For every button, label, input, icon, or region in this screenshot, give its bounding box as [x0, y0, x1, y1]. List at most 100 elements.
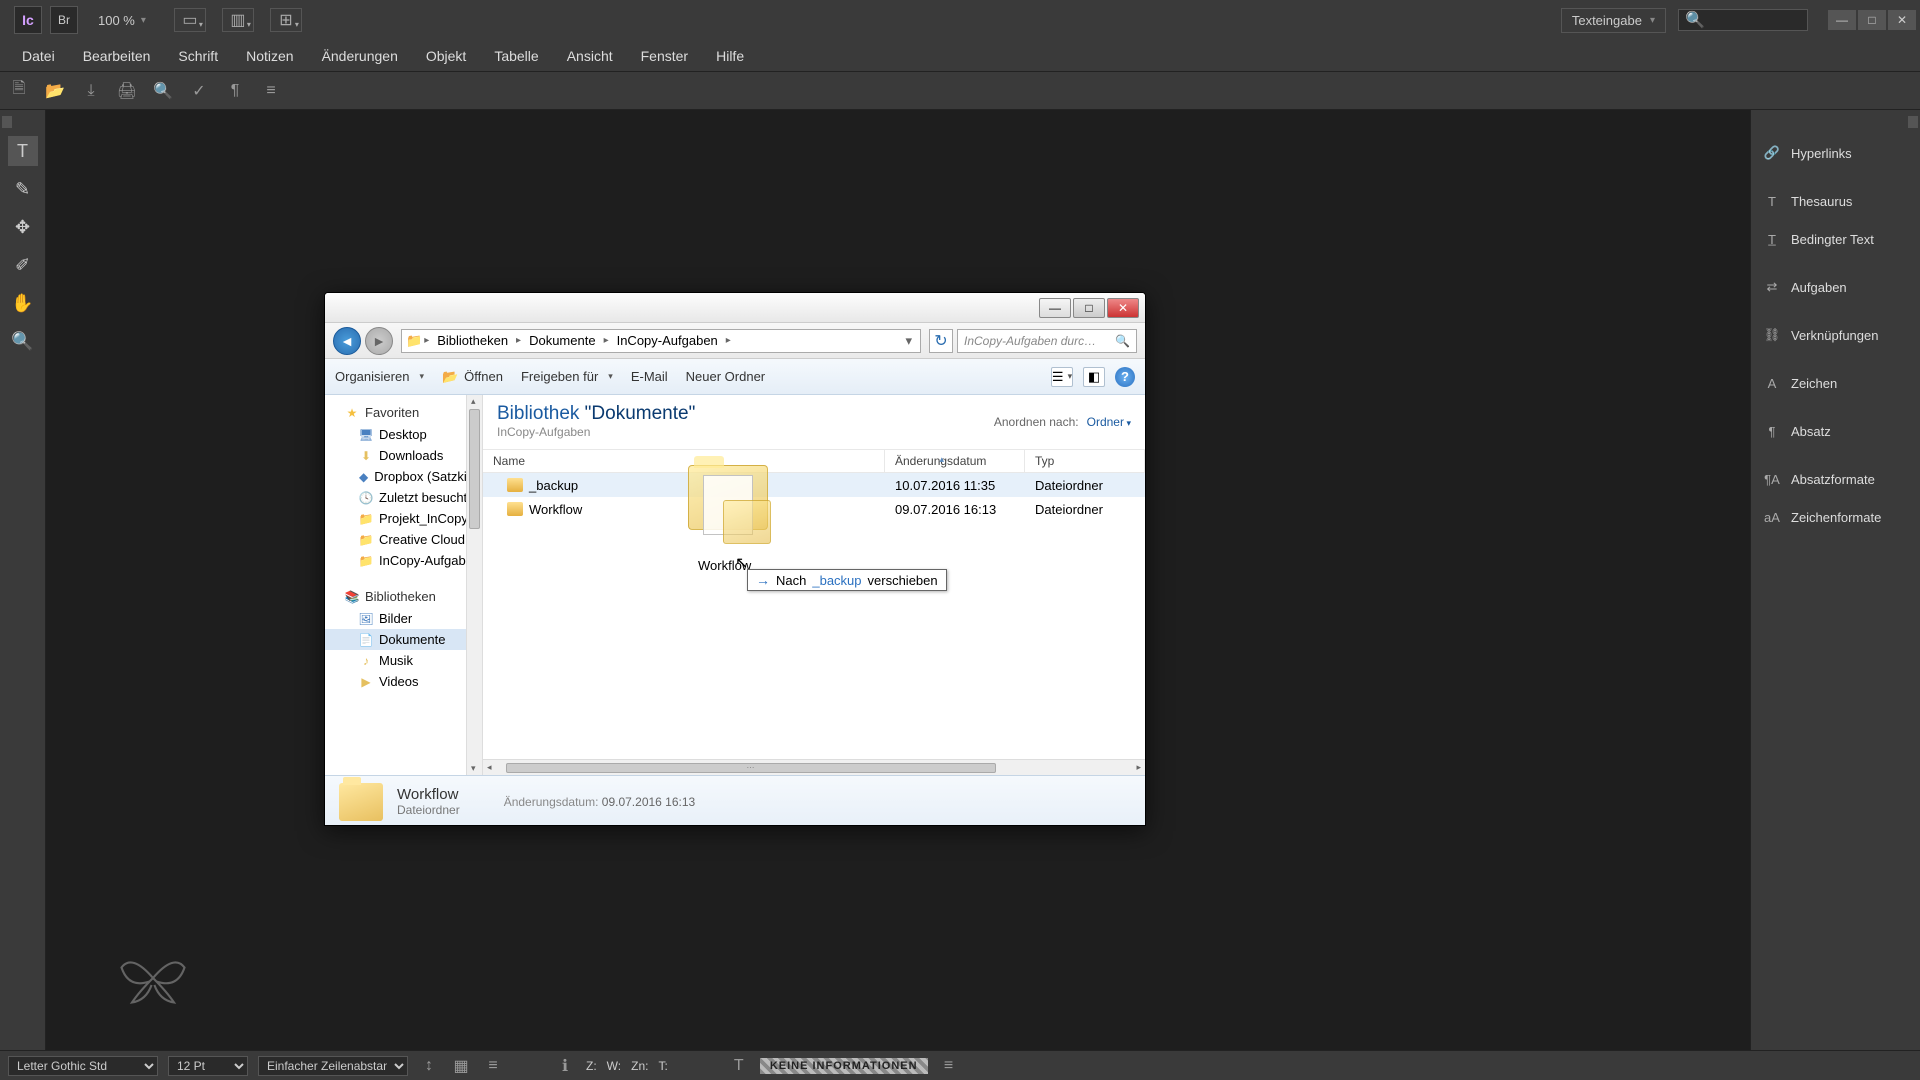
hand-tool[interactable]: ✋: [8, 288, 38, 318]
new-folder-button[interactable]: Neuer Ordner: [686, 369, 765, 384]
print-icon[interactable]: 🖨: [116, 80, 138, 102]
content-h-scrollbar[interactable]: ⋯: [483, 759, 1145, 775]
align-icon-2[interactable]: ▦: [450, 1055, 472, 1077]
more-icon[interactable]: ≡: [260, 80, 282, 102]
new-doc-icon[interactable]: 🗎: [8, 80, 30, 102]
explorer-close-button[interactable]: ✕: [1107, 298, 1139, 318]
organize-button[interactable]: Organisieren: [335, 369, 424, 384]
col-date[interactable]: Änderungsdatum: [885, 450, 1025, 472]
panel-char-styles[interactable]: aAZeichenformate: [1751, 498, 1920, 536]
font-select[interactable]: Letter Gothic Std: [8, 1056, 158, 1076]
bridge-icon[interactable]: Br: [50, 6, 78, 34]
app-search-input[interactable]: 🔍: [1678, 9, 1808, 31]
panel-hyperlinks[interactable]: 🔗Hyperlinks: [1751, 134, 1920, 172]
panel-character[interactable]: AZeichen: [1751, 364, 1920, 402]
help-icon[interactable]: ?: [1115, 367, 1135, 387]
explorer-maximize-button[interactable]: □: [1073, 298, 1105, 318]
breadcrumb-seg-0[interactable]: Bibliotheken: [431, 333, 514, 348]
pilcrow-icon[interactable]: ¶: [224, 80, 246, 102]
col-type[interactable]: Typ: [1025, 450, 1145, 472]
watermark-icon: [118, 950, 188, 1006]
share-button[interactable]: Freigeben für: [521, 369, 613, 384]
nav-back-button[interactable]: ◄: [333, 327, 361, 355]
panel-conditional-text[interactable]: T̲Bedingter Text: [1751, 220, 1920, 258]
menu-bar: Datei Bearbeiten Schrift Notizen Änderun…: [0, 40, 1920, 72]
more-icon-2[interactable]: ≡: [938, 1055, 960, 1077]
panel-paragraph[interactable]: ¶Absatz: [1751, 412, 1920, 450]
align-icon-1[interactable]: ↕: [418, 1055, 440, 1077]
panel-para-styles[interactable]: ¶AAbsatzformate: [1751, 460, 1920, 498]
search-icon[interactable]: 🔍: [1115, 334, 1130, 348]
open-doc-icon[interactable]: 📂: [44, 80, 66, 102]
sidebar-libraries[interactable]: 📚Bibliotheken: [325, 585, 482, 608]
sidebar-item-bilder[interactable]: 🖼Bilder: [325, 608, 482, 629]
spellcheck-icon[interactable]: ✓: [188, 80, 210, 102]
menu-schrift[interactable]: Schrift: [164, 40, 232, 71]
workspace-mode[interactable]: Texteingabe: [1561, 8, 1666, 33]
menu-notizen[interactable]: Notizen: [232, 40, 307, 71]
panel-thesaurus[interactable]: TThesaurus: [1751, 182, 1920, 220]
sidebar-item-dokumente[interactable]: 📄Dokumente: [325, 629, 482, 650]
breadcrumb-seg-1[interactable]: Dokumente: [523, 333, 601, 348]
breadcrumb[interactable]: 📁 ▸ Bibliotheken ▸ Dokumente ▸ InCopy-Au…: [401, 329, 921, 353]
leading-select[interactable]: Einfacher Zeilenabstand: [258, 1056, 408, 1076]
view-icon-3[interactable]: ⊞: [270, 8, 302, 32]
panels-expand-tab[interactable]: [1908, 116, 1918, 128]
sort-control[interactable]: Anordnen nach: Ordner: [994, 415, 1131, 429]
sidebar-scrollbar[interactable]: [466, 395, 482, 775]
text-frame-icon[interactable]: T: [728, 1055, 750, 1077]
find-icon[interactable]: 🔍: [152, 80, 174, 102]
nav-forward-button[interactable]: ►: [365, 327, 393, 355]
sidebar-item-desktop[interactable]: 🖥Desktop: [325, 424, 482, 445]
sidebar-favorites[interactable]: ★Favoriten: [325, 401, 482, 424]
menu-datei[interactable]: Datei: [8, 40, 69, 71]
sidebar-item-videos[interactable]: ▶Videos: [325, 671, 482, 692]
file-row-backup[interactable]: _backup 10.07.2016 11:35 Dateiordner: [483, 473, 1145, 497]
font-size-select[interactable]: 12 Pt: [168, 1056, 248, 1076]
zoom-level[interactable]: 100 %: [86, 13, 158, 28]
breadcrumb-dropdown[interactable]: ▾: [901, 333, 916, 349]
position-tool[interactable]: ✥: [8, 212, 38, 242]
sidebar-item-incopy[interactable]: 📁InCopy-Aufgaben: [325, 550, 482, 571]
explorer-minimize-button[interactable]: —: [1039, 298, 1071, 318]
menu-objekt[interactable]: Objekt: [412, 40, 480, 71]
sidebar-item-recent[interactable]: 🕓Zuletzt besucht: [325, 487, 482, 508]
note-tool[interactable]: ✎: [8, 174, 38, 204]
app-maximize-button[interactable]: □: [1858, 10, 1886, 30]
breadcrumb-seg-2[interactable]: InCopy-Aufgaben: [611, 333, 724, 348]
view-icon-2[interactable]: ▥: [222, 8, 254, 32]
app-minimize-button[interactable]: —: [1828, 10, 1856, 30]
recent-icon: 🕓: [359, 491, 373, 505]
explorer-titlebar[interactable]: — □ ✕: [325, 293, 1145, 323]
zoom-tool[interactable]: 🔍: [8, 326, 38, 356]
text-tool[interactable]: T: [8, 136, 38, 166]
menu-hilfe[interactable]: Hilfe: [702, 40, 758, 71]
menu-tabelle[interactable]: Tabelle: [480, 40, 552, 71]
preview-pane-button[interactable]: ◧: [1083, 367, 1105, 387]
tools-expand-tab[interactable]: [2, 116, 12, 128]
info-icon[interactable]: ℹ: [554, 1055, 576, 1077]
panel-aufgaben[interactable]: ⇄Aufgaben: [1751, 268, 1920, 306]
sidebar-item-musik[interactable]: ♪Musik: [325, 650, 482, 671]
more-icon[interactable]: ≡: [482, 1055, 504, 1077]
app-close-button[interactable]: ✕: [1888, 10, 1916, 30]
save-icon[interactable]: ⤓: [80, 80, 102, 102]
open-button[interactable]: 📂Öffnen: [442, 369, 503, 385]
email-button[interactable]: E-Mail: [631, 369, 668, 384]
menu-aenderungen[interactable]: Änderungen: [308, 40, 412, 71]
menu-bearbeiten[interactable]: Bearbeiten: [69, 40, 165, 71]
explorer-search-input[interactable]: InCopy-Aufgaben durc… 🔍: [957, 329, 1137, 353]
eyedropper-tool[interactable]: ✐: [8, 250, 38, 280]
view-icon-1[interactable]: ▭: [174, 8, 206, 32]
menu-ansicht[interactable]: Ansicht: [553, 40, 627, 71]
panel-links[interactable]: ⛓Verknüpfungen: [1751, 316, 1920, 354]
file-row-workflow[interactable]: Workflow 09.07.2016 16:13 Dateiordner: [483, 497, 1145, 521]
sidebar-item-dropbox[interactable]: ◆Dropbox (Satzkist: [325, 466, 482, 487]
refresh-button[interactable]: ↻: [929, 329, 953, 353]
sidebar-item-cc[interactable]: 📁Creative Cloud File: [325, 529, 482, 550]
sidebar-item-downloads[interactable]: ⬇Downloads: [325, 445, 482, 466]
col-name[interactable]: Name▴: [483, 450, 885, 472]
menu-fenster[interactable]: Fenster: [627, 40, 702, 71]
sidebar-item-projekt[interactable]: 📁Projekt_InCopy: [325, 508, 482, 529]
view-mode-button[interactable]: ☰: [1051, 367, 1073, 387]
